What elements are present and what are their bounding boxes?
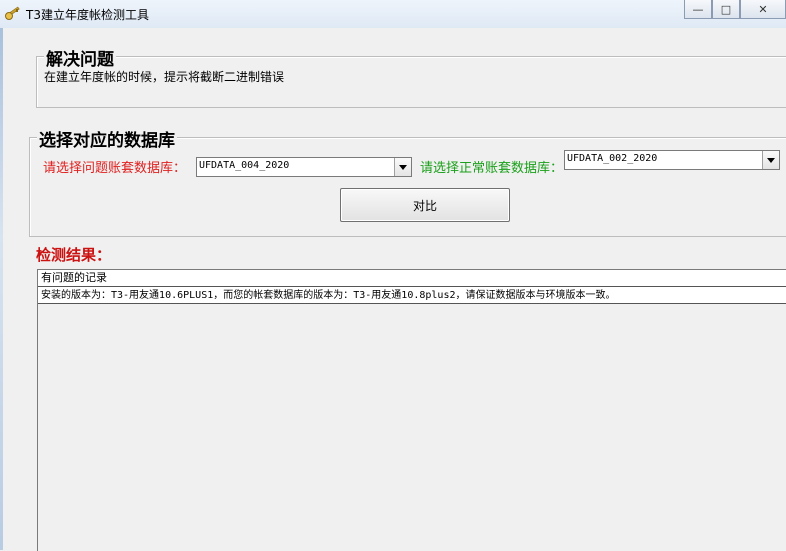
normal-db-value: UFDATA_002_2020 xyxy=(567,153,658,164)
list-item-text: 安装的版本为：T3-用友通10.6PLUS1，而您的帐套数据库的版本为：T3-用… xyxy=(41,290,616,301)
minimize-button[interactable]: — xyxy=(684,0,712,19)
list-item-text: 有问题的记录 xyxy=(41,271,107,284)
close-button[interactable]: ✕ xyxy=(740,0,786,19)
list-item[interactable]: 安装的版本为：T3-用友通10.6PLUS1，而您的帐套数据库的版本为：T3-用… xyxy=(38,287,786,304)
database-title: 选择对应的数据库 xyxy=(37,126,177,151)
problem-db-value: UFDATA_004_2020 xyxy=(199,160,290,171)
problem-title: 解决问题 xyxy=(44,45,116,70)
problem-db-label: 请选择问题账套数据库： xyxy=(43,161,187,176)
title-bar: T3建立年度帐检测工具 — □ ✕ xyxy=(0,0,786,28)
window-controls: — □ ✕ xyxy=(684,0,786,20)
chevron-down-icon[interactable] xyxy=(762,151,779,169)
normal-db-label: 请选择正常账套数据库： xyxy=(420,161,564,176)
normal-db-select[interactable]: UFDATA_002_2020 xyxy=(564,150,780,170)
results-label: 检测结果： xyxy=(36,246,112,264)
compare-button[interactable]: 对比 xyxy=(340,188,510,222)
key-icon xyxy=(4,6,22,22)
problem-db-select[interactable]: UFDATA_004_2020 xyxy=(196,157,412,177)
chevron-down-icon[interactable] xyxy=(394,158,411,176)
window-border xyxy=(0,28,3,550)
maximize-button[interactable]: □ xyxy=(712,0,740,19)
window-title: T3建立年度帐检测工具 xyxy=(26,8,149,22)
problem-description: 在建立年度帐的时候，提示将截断二进制错误 xyxy=(44,70,285,84)
results-list[interactable]: 有问题的记录 安装的版本为：T3-用友通10.6PLUS1，而您的帐套数据库的版… xyxy=(37,269,786,551)
list-item[interactable]: 有问题的记录 xyxy=(38,270,786,287)
